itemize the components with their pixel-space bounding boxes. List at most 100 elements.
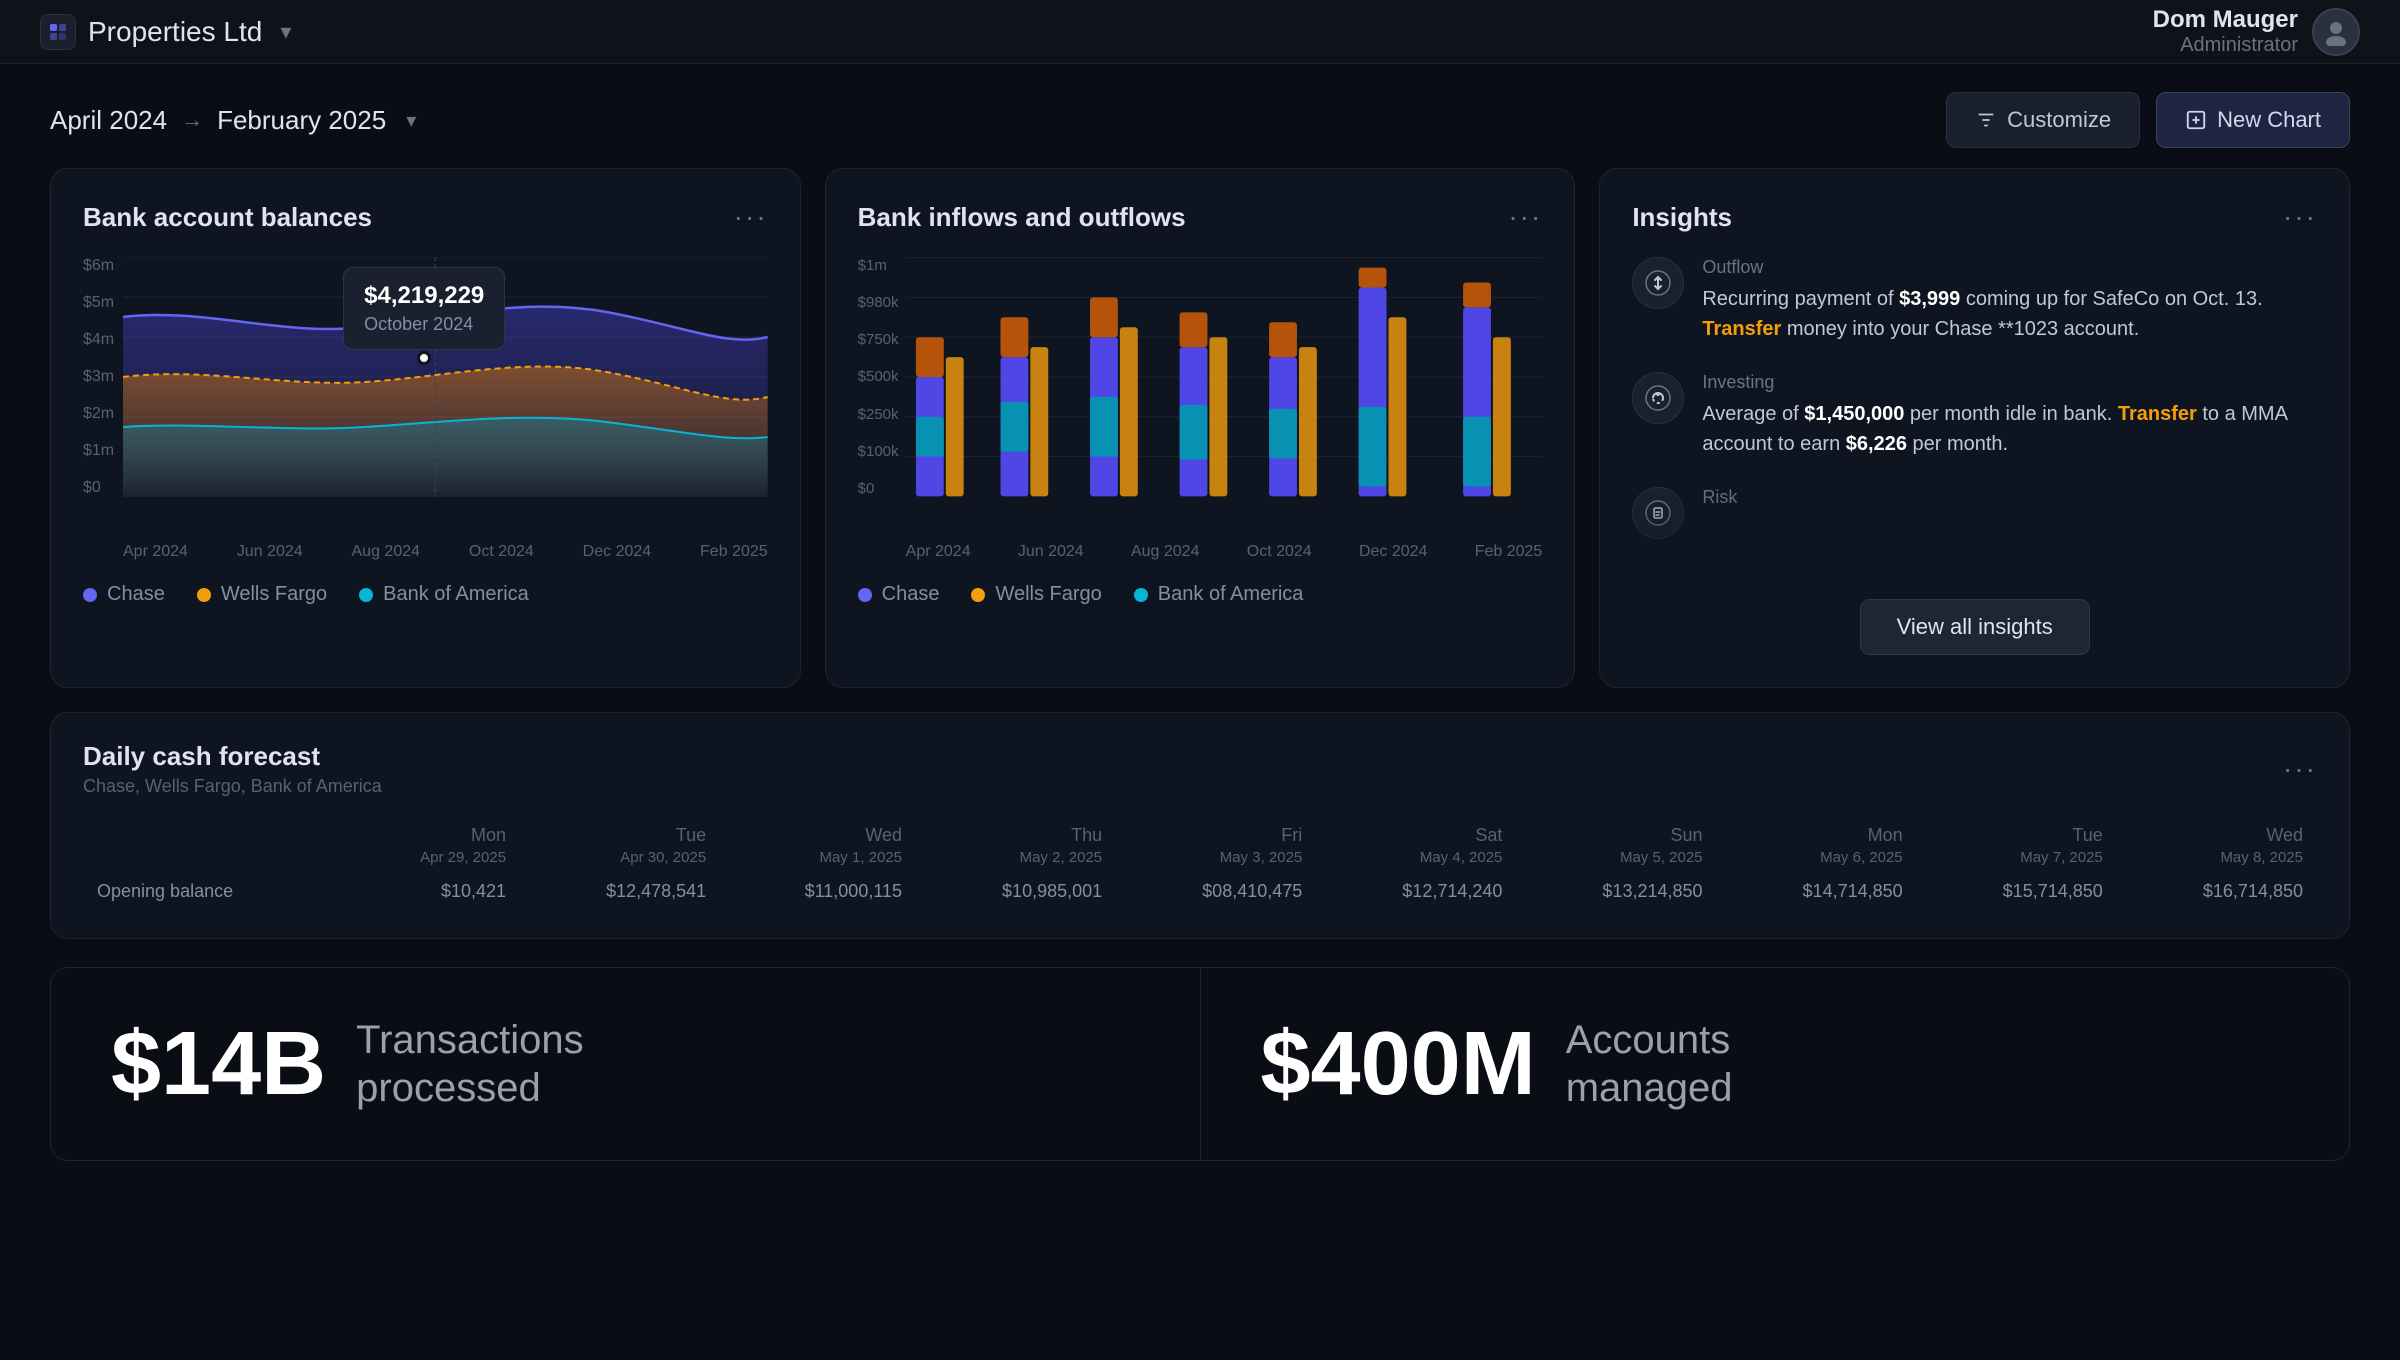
insight-outflow-category: Outflow	[1702, 257, 2317, 278]
stat-transactions-value: $14B	[111, 1019, 326, 1109]
forecast-header: Daily cash forecast Chase, Wells Fargo, …	[83, 741, 2317, 797]
forecast-menu[interactable]: ···	[2283, 753, 2317, 785]
legend-dot-boa	[359, 588, 373, 602]
view-all-btn: View all insights	[1600, 599, 2349, 655]
company-name: Properties Ltd	[88, 16, 262, 48]
legend-wellsfargo: Wells Fargo	[197, 583, 327, 606]
col-mon2: MonMay 6, 2025	[1717, 819, 1915, 873]
col-sat: SatMay 4, 2025	[1316, 819, 1514, 873]
insights-list: Outflow Recurring payment of $3,999 comi…	[1632, 257, 2317, 539]
customize-button[interactable]: Customize	[1946, 92, 2140, 148]
balance-val-2: $12,478,541	[520, 875, 718, 908]
customize-icon	[1975, 109, 1997, 131]
forecast-subtitle: Chase, Wells Fargo, Bank of America	[83, 776, 382, 797]
forecast-header-row: MonApr 29, 2025 TueApr 30, 2025 WedMay 1…	[85, 819, 2315, 873]
stat-accounts-value: $400M	[1261, 1019, 1536, 1109]
date-chevron[interactable]: ▾	[406, 108, 416, 133]
bank-balances-chart: $4,219,229 October 2024	[83, 257, 768, 537]
bank-balances-menu[interactable]: ···	[734, 201, 768, 233]
insight-investing-category: Investing	[1702, 372, 2317, 393]
balance-val-1: $10,421	[343, 875, 518, 908]
col-wed1: WedMay 1, 2025	[720, 819, 914, 873]
forecast-balance-row: Opening balance $10,421 $12,478,541 $11,…	[85, 875, 2315, 908]
bank-flows-menu[interactable]: ···	[1508, 201, 1542, 233]
balance-val-5: $08,410,475	[1116, 875, 1314, 908]
forecast-label-header	[85, 819, 341, 873]
balance-val-6: $12,714,240	[1316, 875, 1514, 908]
forecast-title: Daily cash forecast	[83, 741, 382, 772]
stat-transactions-label: Transactionsprocessed	[356, 1016, 584, 1112]
app-icon	[40, 14, 76, 50]
col-wed2: WedMay 8, 2025	[2117, 819, 2315, 873]
bank-balances-legend: Chase Wells Fargo Bank of America	[83, 583, 768, 606]
user-name: Dom Mauger	[2153, 6, 2298, 34]
legend-chase: Chase	[83, 583, 165, 606]
transfer-link-2[interactable]: Transfer	[2118, 403, 2197, 425]
col-thu: ThuMay 2, 2025	[916, 819, 1114, 873]
bank-flows-legend: Chase Wells Fargo Bank of America	[858, 583, 1543, 606]
bank-balances-svg	[123, 257, 768, 497]
stat-accounts-label: Accountsmanaged	[1566, 1016, 1733, 1112]
new-chart-button[interactable]: New Chart	[2156, 92, 2350, 148]
opening-balance-label: Opening balance	[85, 875, 341, 908]
avatar	[2312, 8, 2360, 56]
navbar: Properties Ltd ▾ Dom Mauger Administrato…	[0, 0, 2400, 64]
transfer-link-1[interactable]: Transfer	[1702, 318, 1781, 340]
insight-outflow: Outflow Recurring payment of $3,999 comi…	[1632, 257, 2317, 344]
navbar-left: Properties Ltd ▾	[40, 14, 291, 50]
flows-y-axis: $1m $980k $750k $500k $250k $100k $0	[858, 257, 902, 497]
bank-flows-svg	[906, 257, 1543, 497]
insights-menu[interactable]: ···	[2283, 201, 2317, 233]
stats-row: $14B Transactionsprocessed $400M Account…	[50, 967, 2350, 1161]
toolbar: April 2024 → February 2025 ▾ Customize N…	[0, 64, 2400, 168]
cards-grid: Bank account balances ··· $4,219,229 Oct…	[0, 168, 2400, 688]
forecast-title-group: Daily cash forecast Chase, Wells Fargo, …	[83, 741, 382, 797]
daily-forecast-row: Daily cash forecast Chase, Wells Fargo, …	[50, 712, 2350, 939]
insight-investing: Investing Average of $1,450,000 per mont…	[1632, 372, 2317, 459]
view-all-insights-button[interactable]: View all insights	[1860, 599, 2090, 655]
investing-icon	[1632, 372, 1684, 424]
insight-investing-text: Average of $1,450,000 per month idle in …	[1702, 399, 2317, 459]
user-role: Administrator	[2153, 34, 2298, 57]
legend-boa: Bank of America	[359, 583, 529, 606]
balance-val-4: $10,985,001	[916, 875, 1114, 908]
flows-legend-chase: Chase	[858, 583, 940, 606]
col-tue1: TueApr 30, 2025	[520, 819, 718, 873]
legend-dot-wf	[197, 588, 211, 602]
toolbar-actions: Customize New Chart	[1946, 92, 2350, 148]
balance-val-7: $13,214,850	[1516, 875, 1714, 908]
insight-risk-category: Risk	[1702, 487, 1737, 508]
bank-flows-header: Bank inflows and outflows ···	[858, 201, 1543, 233]
date-arrow: →	[181, 107, 203, 133]
insights-card: Insights ··· Outflow Recurring paym	[1599, 168, 2350, 688]
insight-risk-content: Risk	[1702, 487, 1737, 514]
insight-investing-content: Investing Average of $1,450,000 per mont…	[1702, 372, 2317, 459]
col-tue2: TueMay 7, 2025	[1917, 819, 2115, 873]
col-fri: FriMay 3, 2025	[1116, 819, 1314, 873]
risk-icon	[1632, 487, 1684, 539]
company-chevron[interactable]: ▾	[280, 19, 291, 45]
balance-val-8: $14,714,850	[1717, 875, 1915, 908]
flows-legend-boa: Bank of America	[1134, 583, 1304, 606]
col-sun: SunMay 5, 2025	[1516, 819, 1714, 873]
bank-balances-card: Bank account balances ··· $4,219,229 Oct…	[50, 168, 801, 688]
stat-transactions: $14B Transactionsprocessed	[51, 968, 1201, 1160]
user-text: Dom Mauger Administrator	[2153, 6, 2298, 57]
insight-outflow-content: Outflow Recurring payment of $3,999 comi…	[1702, 257, 2317, 344]
bank-flows-card: Bank inflows and outflows ···	[825, 168, 1576, 688]
bank-balances-title: Bank account balances	[83, 202, 372, 233]
date-start: April 2024	[50, 105, 167, 136]
y-axis: $6m $5m $4m $3m $2m $1m $0	[83, 257, 119, 497]
balance-val-9: $15,714,850	[1917, 875, 2115, 908]
bank-flows-chart: $1m $980k $750k $500k $250k $100k $0 Apr…	[858, 257, 1543, 537]
col-mon1: MonApr 29, 2025	[343, 819, 518, 873]
date-end: February 2025	[217, 105, 386, 136]
balance-val-10: $16,714,850	[2117, 875, 2315, 908]
insight-outflow-text: Recurring payment of $3,999 coming up fo…	[1702, 284, 2317, 344]
x-axis: Apr 2024 Jun 2024 Aug 2024 Oct 2024 Dec …	[123, 543, 768, 561]
legend-dot-chase	[83, 588, 97, 602]
user-info: Dom Mauger Administrator	[2153, 6, 2360, 57]
bank-flows-title: Bank inflows and outflows	[858, 202, 1186, 233]
date-range[interactable]: April 2024 → February 2025 ▾	[50, 105, 416, 136]
insights-title: Insights	[1632, 202, 1732, 233]
